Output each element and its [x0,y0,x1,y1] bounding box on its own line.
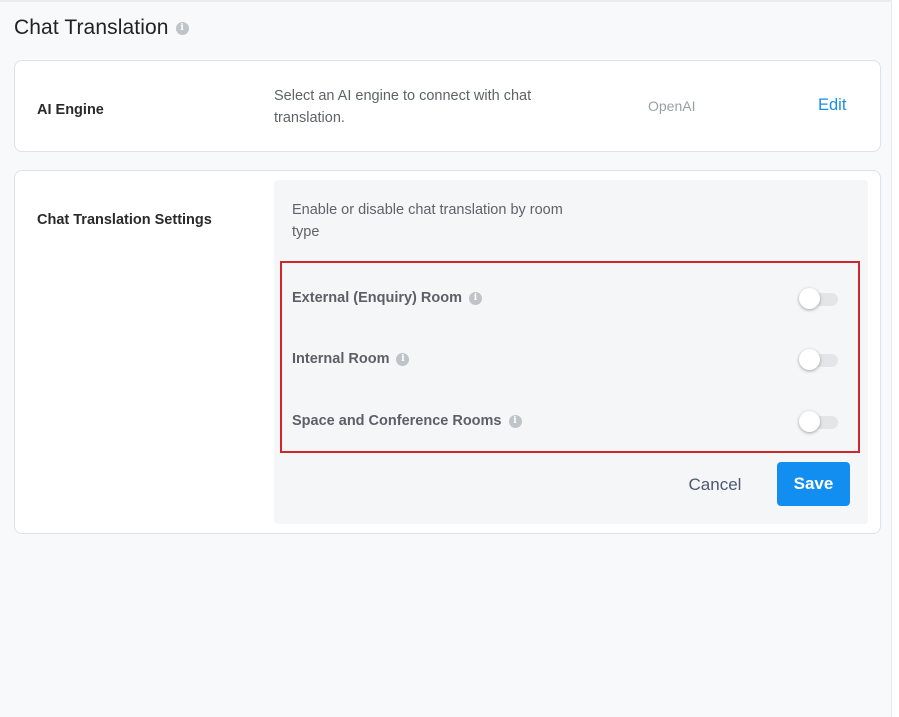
edit-ai-engine-link[interactable]: Edit [818,96,846,115]
settings-panel: Enable or disable chat translation by ro… [274,180,868,524]
info-icon[interactable]: i [508,414,522,428]
info-icon[interactable]: i [175,21,189,35]
toggle-external-room[interactable] [796,288,840,310]
room-row-external: External (Enquiry) Room i [292,288,847,312]
chat-translation-settings-card: Chat Translation Settings Enable or disa… [14,170,881,534]
info-icon[interactable]: i [396,352,410,366]
room-label-wrap: Internal Room i [292,349,410,369]
info-icon[interactable]: i [469,291,482,305]
ai-engine-label: AI Engine [37,102,104,118]
ai-engine-description: Select an AI engine to connect with chat… [274,88,532,126]
room-label-space-conference: Space and Conference Rooms [292,413,502,429]
cancel-button[interactable]: Cancel [679,470,751,500]
toggle-knob [799,288,820,309]
page: Chat Translation i AI Engine Select an A… [0,0,892,717]
toggle-knob [799,349,820,370]
room-row-space-conference: Space and Conference Rooms i [292,411,847,435]
ai-engine-card: AI Engine Select an AI engine to connect… [14,60,881,152]
room-row-internal: Internal Room i [292,349,847,373]
room-label-internal: Internal Room [292,351,390,367]
page-header: Chat Translation i [14,16,189,40]
ai-engine-value: OpenAI [648,98,696,114]
top-divider [0,0,892,2]
toggle-knob [799,411,820,432]
page-title: Chat Translation [14,16,169,39]
toggle-space-conference-rooms[interactable] [796,411,840,433]
room-label-external: External (Enquiry) Room [292,290,462,306]
toggle-internal-room[interactable] [796,349,840,371]
settings-label: Chat Translation Settings [37,212,212,228]
room-label-wrap: External (Enquiry) Room i [292,288,482,308]
room-label-wrap: Space and Conference Rooms i [292,411,522,431]
save-button[interactable]: Save [777,462,850,506]
settings-description: Enable or disable chat translation by ro… [292,202,563,240]
